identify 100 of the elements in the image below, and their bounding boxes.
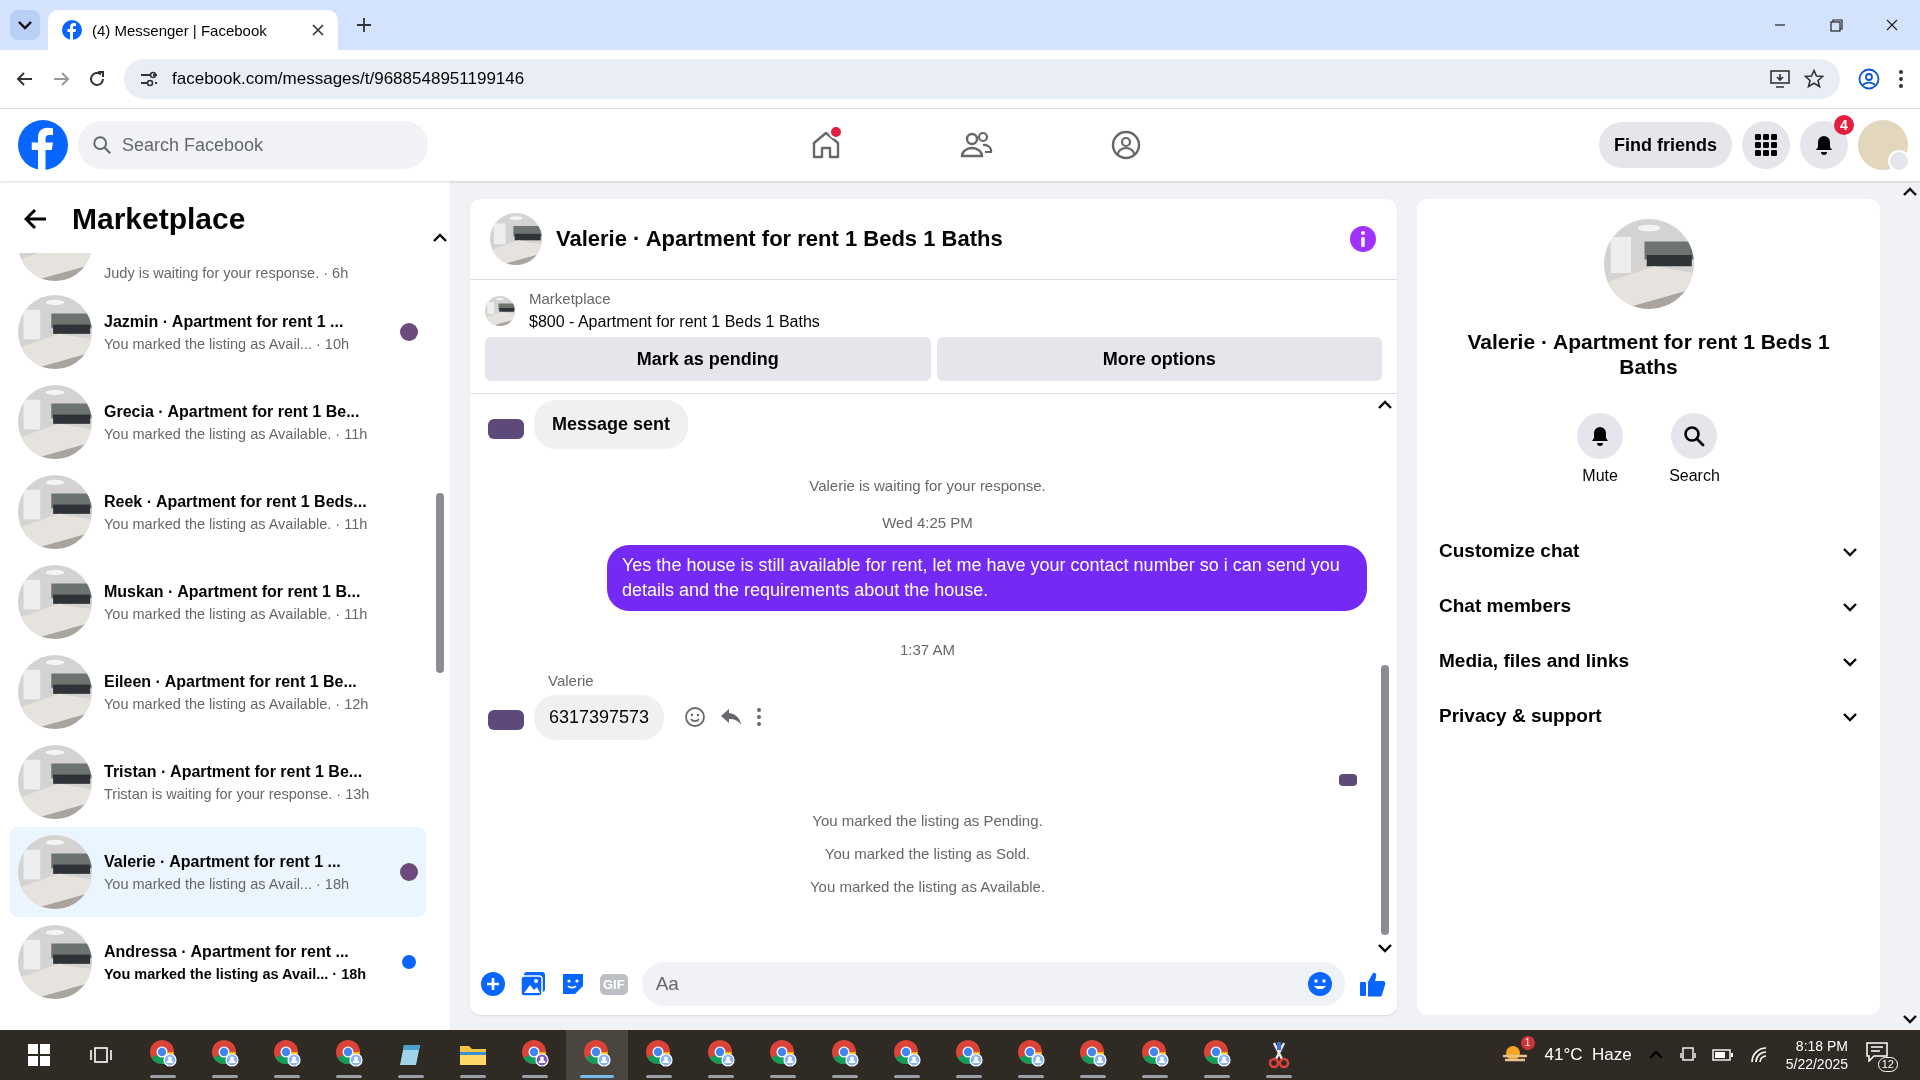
tab-list-button[interactable]	[10, 10, 40, 40]
conversation-preview: You marked the listing as Avail... · 10h	[104, 335, 350, 352]
conversation-title: Andressa · Apartment for rent ...	[104, 942, 349, 961]
message-bubble: Message sent	[534, 400, 689, 449]
conversation-name: Valerie · Apartment for rent 1 Beds 1 Baths	[1466, 329, 1831, 379]
section-header[interactable]: Privacy & support	[1435, 688, 1862, 743]
browser-tab[interactable]: (4) Messenger | Facebook	[48, 10, 338, 50]
address-bar[interactable]: facebook.com/messages/t/9688548951199146	[124, 59, 1840, 99]
conversation-item[interactable]: Reek · Apartment for rent 1 Beds... You marked the listing as Available. · 11h	[10, 467, 426, 557]
chat-bubble-icon	[1866, 1042, 1888, 1062]
battery-icon[interactable]	[1711, 1049, 1734, 1061]
conversation-item[interactable]: Muskan · Apartment for rent 1 B... You marked the listing as Available. · 11h	[10, 557, 426, 647]
section-header[interactable]: Customize chat	[1435, 523, 1862, 578]
listing-title[interactable]: $800 - Apartment for rent 1 Beds 1 Baths	[529, 313, 820, 331]
emoji-icon[interactable]	[684, 706, 707, 728]
menu-button[interactable]	[1742, 121, 1790, 169]
conversation-title: Tristan · Apartment for rent 1 Be...	[104, 762, 363, 781]
conversation-preview: You marked the listing as Available. · 11h	[104, 515, 368, 532]
conversation-item[interactable]: Valerie · Apartment for rent 1 ... You marked the listing as Avail... · 18h	[10, 827, 426, 917]
conversation-item[interactable]: Judy is waiting for your response. · 6h	[10, 245, 426, 287]
conversation-preview: You marked the listing as Avail... · 18h	[104, 965, 367, 982]
scroll-up-icon	[1902, 187, 1918, 197]
scroll-down-icon	[1377, 943, 1393, 953]
back-icon[interactable]	[16, 70, 34, 88]
sender-name: Valerie	[547, 672, 595, 689]
sidebar-title: Marketplace	[72, 202, 246, 236]
weather-text[interactable]: 41°C Haze	[1544, 1045, 1632, 1065]
section-header[interactable]: Media, files and links	[1435, 633, 1862, 688]
message-bubble: Yes the house is still available for rent, let me have your contact number so i can send you details and the requirements about the house.	[607, 545, 1367, 611]
tray-chevron-icon	[1647, 1050, 1664, 1060]
unread-dot	[402, 955, 416, 969]
status-notice: You marked the listing as Available.	[808, 877, 1047, 897]
action-button[interactable]: Mark as pending	[485, 337, 931, 381]
emoji-icon[interactable]	[1307, 971, 1333, 997]
scrollbar-thumb[interactable]	[436, 493, 444, 673]
thumbs-up-icon[interactable]	[1359, 970, 1387, 998]
section-header[interactable]: Chat members	[1435, 578, 1862, 633]
site-settings-icon[interactable]	[140, 71, 158, 87]
read-receipt	[1339, 774, 1357, 786]
reply-icon[interactable]	[720, 707, 743, 727]
conversation-item[interactable]: Eileen · Apartment for rent 1 Be... You marked the listing as Available. · 12h	[10, 647, 426, 737]
scroll-up-icon	[432, 233, 448, 243]
profile-icon[interactable]	[1858, 68, 1880, 90]
notification-count: 12	[1877, 1057, 1898, 1072]
weather-badge: 1	[1520, 1035, 1535, 1050]
conversation-title: Grecia · Apartment for rent 1 Be...	[104, 402, 360, 421]
info-icon[interactable]	[1349, 225, 1377, 253]
status-notice: Valerie is waiting for your response.	[808, 476, 1047, 496]
status-notice: You marked the listing as Pending.	[811, 811, 1044, 831]
conversation-item[interactable]: Grecia · Apartment for rent 1 Be... You marked the listing as Available. · 11h	[10, 377, 426, 467]
chat-title: Valerie · Apartment for rent 1 Beds 1 Baths	[556, 226, 1004, 252]
bell-icon	[1813, 134, 1835, 156]
conversation-preview: You marked the listing as Available. · 11h	[104, 605, 368, 622]
grid-icon	[1755, 134, 1777, 156]
conversation-preview: You marked the listing as Available. · 12h	[104, 695, 369, 712]
back-arrow-icon[interactable]	[24, 208, 48, 230]
reload-icon[interactable]	[88, 70, 106, 88]
timestamp: Wed 4:25 PM	[881, 513, 974, 533]
scroll-down-icon	[1902, 1014, 1918, 1024]
conversation-preview: You marked the listing as Available. · 11h	[104, 425, 368, 442]
groups-icon	[1109, 129, 1142, 161]
find-friends-button[interactable]: Find friends	[1599, 122, 1732, 168]
conversation-preview: You marked the listing as Avail... · 18h	[104, 875, 350, 892]
clock[interactable]: 8:18 PM 5/22/2025	[1785, 1038, 1848, 1072]
image-icon[interactable]	[520, 971, 546, 997]
timestamp: 1:37 AM	[898, 640, 956, 660]
notification-badge: 4	[1834, 115, 1854, 135]
facebook-logo[interactable]	[18, 120, 68, 170]
device-icon[interactable]	[1679, 1046, 1696, 1064]
message-bubble: 6317397573	[534, 695, 665, 740]
forward-icon[interactable]	[52, 70, 70, 88]
install-icon[interactable]	[1770, 70, 1790, 88]
action-button[interactable]: More options	[936, 337, 1382, 381]
conversation-item[interactable]: Jazmin · Apartment for rent 1 ... You marked the listing as Avail... · 10h	[10, 287, 426, 377]
scrollbar-thumb[interactable]	[1381, 665, 1389, 935]
conversation-item[interactable]: Tristan · Apartment for rent 1 Be... Tristan is waiting for your response. · 13h	[10, 737, 426, 827]
task-view-icon[interactable]	[90, 1044, 112, 1066]
message-field[interactable]: Aa	[641, 962, 1345, 1006]
menu-icon[interactable]	[1898, 69, 1904, 89]
avatar	[488, 419, 524, 439]
more-icon[interactable]	[756, 707, 763, 727]
close-icon[interactable]	[312, 24, 324, 36]
search-field[interactable]: Search Facebook	[78, 121, 428, 169]
notification-center-button[interactable]: 12	[1864, 1038, 1898, 1072]
conversation-title: Reek · Apartment for rent 1 Beds...	[104, 492, 367, 511]
star-icon[interactable]	[1804, 69, 1824, 89]
search-icon	[1683, 425, 1706, 447]
conversation-title: Valerie · Apartment for rent 1 ...	[104, 852, 341, 871]
conversation-title: Jazmin · Apartment for rent 1 ...	[104, 312, 344, 331]
scissors-icon[interactable]	[1266, 1041, 1292, 1069]
folder-icon[interactable]	[459, 1043, 487, 1067]
listing-source: Marketplace	[529, 290, 612, 307]
conversation-preview: Tristan is waiting for your response. · 13h	[104, 785, 370, 802]
plus-icon[interactable]	[480, 971, 506, 997]
sticker-icon[interactable]	[560, 971, 586, 997]
facebook-icon	[62, 20, 82, 40]
conversation-title: Eileen · Apartment for rent 1 Be...	[104, 672, 357, 691]
conversation-item[interactable]: Andressa · Apartment for rent ... You marked the listing as Avail... · 18h	[10, 917, 426, 1007]
notifications-button[interactable]	[1800, 121, 1848, 169]
windows-icon	[28, 1044, 50, 1066]
